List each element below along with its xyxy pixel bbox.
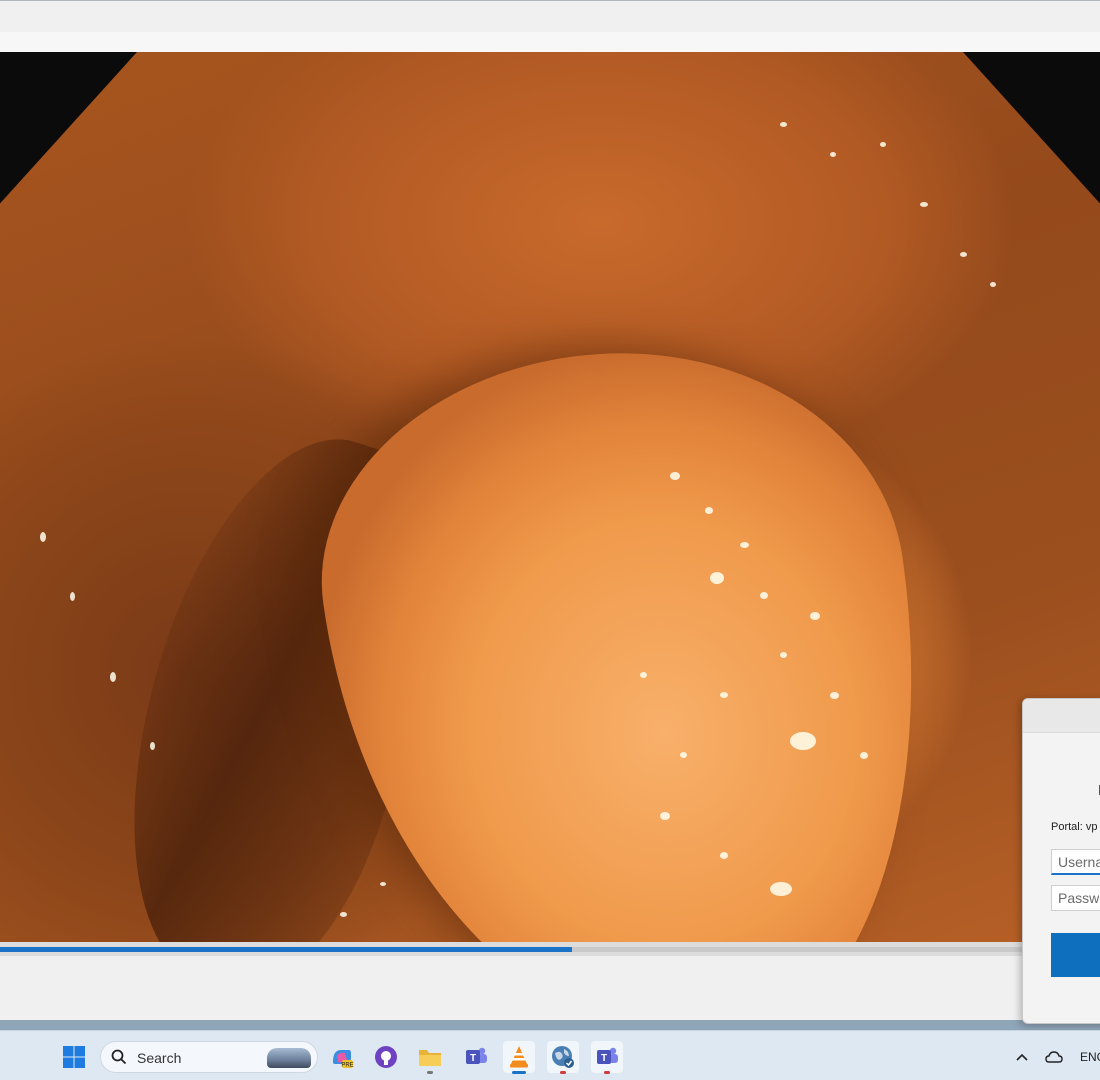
taskbar-teams-alt[interactable]: T	[591, 1041, 623, 1074]
file-explorer-icon	[419, 1050, 441, 1066]
taskbar-vlc[interactable]	[503, 1041, 535, 1074]
player-controls-panel	[0, 956, 1100, 1020]
taskbar-teams[interactable]: T	[460, 1041, 492, 1073]
portal-label: Portal: vp	[1051, 821, 1098, 833]
svg-text:T: T	[470, 1053, 476, 1064]
username-placeholder: Userna	[1058, 854, 1100, 870]
running-indicator	[427, 1071, 433, 1074]
dialog-header[interactable]	[1023, 699, 1100, 733]
github-icon	[375, 1046, 397, 1068]
desktop-background-strip	[0, 1020, 1100, 1030]
seek-progress-fill	[0, 947, 572, 952]
svg-text:PRE: PRE	[341, 1063, 353, 1069]
window-titlebar[interactable]	[0, 0, 1100, 32]
windows-start-icon	[63, 1046, 85, 1068]
start-button[interactable]	[58, 1041, 90, 1073]
attention-indicator	[604, 1071, 610, 1074]
teams-alt-icon: T	[597, 1047, 618, 1064]
cloud-icon	[1045, 1051, 1063, 1063]
attention-indicator	[560, 1071, 566, 1074]
chevron-up-icon	[1016, 1053, 1028, 1061]
endoscopy-video-frame	[0, 52, 1100, 942]
search-highlight-image	[267, 1048, 311, 1068]
video-viewport[interactable]	[0, 52, 1100, 942]
taskbar: Search PRE T T EN	[0, 1030, 1100, 1080]
taskbar-search[interactable]: Search	[100, 1041, 318, 1073]
taskbar-file-explorer[interactable]	[414, 1041, 446, 1074]
svg-text:T: T	[601, 1053, 607, 1064]
password-placeholder: Passwo	[1058, 890, 1100, 906]
username-field[interactable]: Userna	[1051, 849, 1100, 875]
vpn-login-dialog: Portal: vp Userna Passwo	[1022, 698, 1100, 1024]
seek-bar[interactable]	[0, 942, 1100, 956]
active-indicator	[512, 1071, 526, 1074]
search-placeholder: Search	[137, 1050, 182, 1066]
taskbar-github[interactable]	[370, 1041, 402, 1073]
copilot-icon: PRE	[333, 1050, 354, 1069]
vpn-globe-icon	[552, 1046, 574, 1068]
taskbar-copilot[interactable]: PRE	[326, 1041, 358, 1073]
menu-bar	[0, 32, 1100, 52]
vlc-icon	[510, 1046, 528, 1068]
taskbar-vpn-client[interactable]	[547, 1041, 579, 1074]
tray-language[interactable]: ENG	[1080, 1050, 1100, 1064]
teams-icon: T	[466, 1047, 487, 1064]
search-icon	[111, 1049, 127, 1065]
password-field[interactable]: Passwo	[1051, 885, 1100, 911]
tray-onedrive[interactable]	[1038, 1041, 1070, 1073]
tray-overflow-button[interactable]	[1006, 1041, 1038, 1073]
video-mucosal-fold	[294, 315, 966, 942]
connect-button[interactable]	[1051, 933, 1100, 977]
